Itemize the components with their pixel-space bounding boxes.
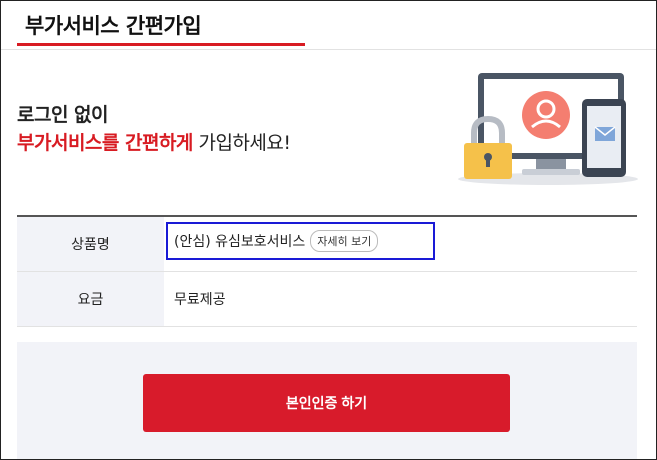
intro-line-1: 로그인 없이 [17, 104, 109, 126]
intro-line-2: 부가서비스를 간편하게 가입하세요! [17, 129, 291, 157]
table-row: 요금 무료제공 [17, 272, 637, 327]
fee-value: 무료제공 [174, 292, 226, 308]
fee-label: 요금 [17, 272, 164, 326]
detail-view-button[interactable]: 자세히 보기 [310, 230, 379, 252]
mail-icon [594, 126, 616, 141]
user-avatar-icon [522, 91, 570, 139]
identity-verification-button[interactable]: 본인인증 하기 [143, 374, 510, 432]
product-highlight-box: (안심) 유심보호서비스 자세히 보기 [166, 222, 435, 260]
product-name-label: 상품명 [17, 217, 164, 271]
intro-rest: 가입하세요! [192, 132, 291, 154]
page-frame: 부가서비스 간편가입 로그인 없이 부가서비스를 간편하게 가입하세요! 상품명… [0, 0, 657, 460]
intro-highlight: 부가서비스를 간편하게 [17, 132, 193, 154]
intro-text: 로그인 없이 부가서비스를 간편하게 가입하세요! [17, 101, 291, 157]
title-underline [17, 43, 305, 46]
page-header: 부가서비스 간편가입 [1, 1, 656, 50]
page-title: 부가서비스 간편가입 [25, 14, 202, 38]
product-name-value: (안심) 유심보호서비스 [174, 234, 306, 250]
illustration [458, 73, 638, 185]
